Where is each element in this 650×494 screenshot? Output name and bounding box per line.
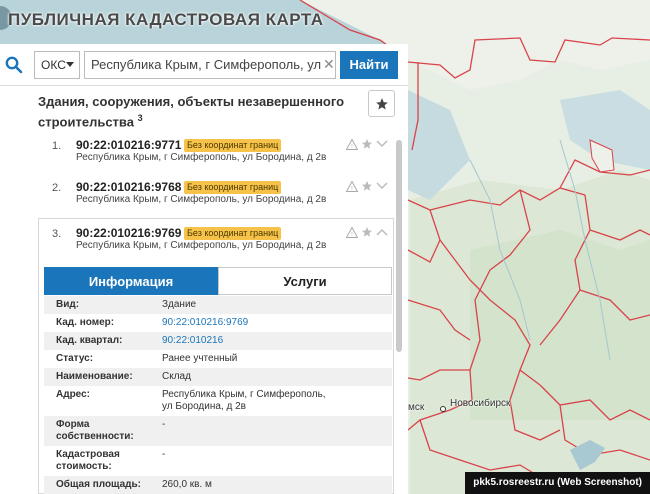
detail-row-area: Общая площадь: 260,0 кв. м [44,476,392,494]
detail-key: Форма собственности: [56,419,134,442]
results-count: 3 [137,113,143,123]
result-number: 3. [52,228,62,240]
warning-icon[interactable]: ! [346,138,358,150]
detail-value: Ранее учтенный [162,353,238,364]
detail-row-cad-quarter: Кад. квартал: 90:22:010216 [44,332,392,350]
chevron-down-icon[interactable] [376,182,388,190]
result-cadastral-id[interactable]: 90:22:010216:9769 [76,226,181,240]
detail-key: Адрес: [56,389,90,400]
result-number: 1. [52,140,62,152]
detail-row-type: Вид: Здание [44,296,392,314]
detail-value: - [162,419,166,430]
city-label-partial: мск [408,402,425,413]
detail-key: Кад. номер: [56,317,115,328]
detail-key: Наименование: [56,371,133,382]
clear-icon[interactable]: ✕ [323,56,335,73]
app-title: ПУБЛИЧНАЯ КАДАСТРОВАЯ КАРТА [8,10,324,29]
detail-key: Общая площадь: [56,479,142,490]
object-type-value: ОКС [41,57,66,72]
result-address: Республика Крым, г Симферополь, ул Бород… [76,240,327,251]
detail-row-name: Наименование: Склад [44,368,392,386]
results-category: Здания, сооружения, объекты незавершенно… [38,94,345,130]
search-icon [5,56,23,73]
star-icon[interactable] [361,138,373,150]
chevron-down-icon [66,62,74,67]
no-coordinates-badge: Без координат границ [184,181,282,194]
detail-value: Республика Крым, г Симферополь, ул Бород… [162,389,326,412]
chevron-up-icon[interactable] [376,228,388,236]
cadastral-quarter-link[interactable]: 90:22:010216 [144,335,223,347]
result-cadastral-id[interactable]: 90:22:010216:9771 [76,138,181,152]
detail-row-address: Адрес: Республика Крым, г Симферополь, у… [44,386,392,416]
details-table: Вид: Здание Кад. номер: 90:22:010216:976… [44,296,392,494]
detail-row-status: Статус: Ранее учтенный [44,350,392,368]
star-icon[interactable] [361,180,373,192]
city-label-novosibirsk: Новосибирск [450,398,511,409]
search-bar: ОКС Республика Крым, г Симферополь, ул ✕… [0,44,408,86]
warning-icon[interactable]: ! [346,180,358,192]
results-panel: Здания, сооружения, объекты незавершенно… [0,86,408,494]
detail-key: Кадастровая стоимость: [56,449,120,472]
cadastral-number-link[interactable]: 90:22:010216:9769 [144,317,248,329]
result-address: Республика Крым, г Симферополь, ул Бород… [76,194,327,205]
tab-information[interactable]: Информация [44,267,218,295]
result-address: Республика Крым, г Симферополь, ул Бород… [76,152,327,163]
detail-value: Склад [162,371,191,382]
detail-row-cadastral-cost: Кадастровая стоимость: - [44,446,392,476]
result-actions: ! [346,180,388,192]
results-scrollbar[interactable] [396,140,402,352]
favorites-button[interactable] [368,90,395,117]
find-button[interactable]: Найти [340,50,398,79]
source-caption: pkk5.rosreestr.ru (Web Screenshot) [465,472,650,494]
result-actions: ! [346,138,388,150]
detail-row-ownership: Форма собственности: - [44,416,392,446]
search-toggle-button[interactable] [0,44,28,86]
detail-value: Здание [162,299,197,310]
star-icon[interactable] [361,226,373,238]
result-number: 2. [52,182,62,194]
detail-value: 260,0 кв. м [162,479,212,490]
result-actions: ! [346,226,388,238]
object-type-select[interactable]: ОКС [34,50,80,79]
search-input[interactable]: Республика Крым, г Симферополь, ул ✕ [84,50,336,79]
search-query: Республика Крым, г Симферополь, ул [91,57,322,72]
detail-key: Статус: [56,353,94,364]
result-item[interactable]: 1. 90:22:010216:9771 Без координат грани… [38,138,394,178]
result-item-selected[interactable]: 3. 90:22:010216:9769 Без координат грани… [38,226,394,266]
detail-key: Вид: [56,299,80,310]
detail-tabs: Информация Услуги [44,267,392,295]
no-coordinates-badge: Без координат границ [184,227,282,240]
detail-key: Кад. квартал: [56,335,123,346]
detail-value: - [162,449,166,460]
warning-icon[interactable]: ! [346,226,358,238]
results-header: Здания, сооружения, объекты незавершенно… [38,94,358,130]
star-icon [375,97,388,110]
city-marker [440,406,446,412]
result-cadastral-id[interactable]: 90:22:010216:9768 [76,180,181,194]
result-item[interactable]: 2. 90:22:010216:9768 Без координат грани… [38,180,394,220]
tab-services[interactable]: Услуги [218,267,392,295]
detail-row-cad-number: Кад. номер: 90:22:010216:9769 [44,314,392,332]
chevron-down-icon[interactable] [376,140,388,148]
no-coordinates-badge: Без координат границ [184,139,282,152]
